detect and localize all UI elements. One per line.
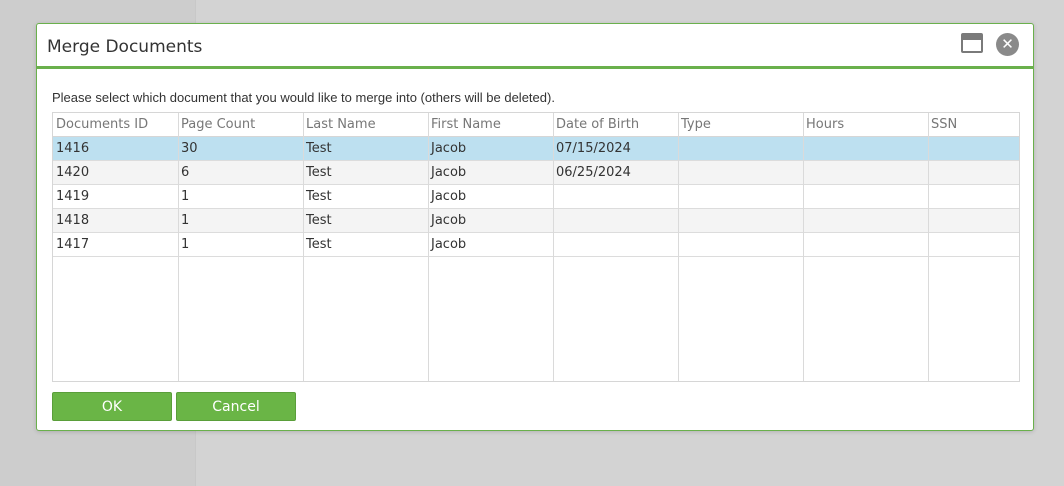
cell-date-of-birth — [553, 233, 678, 256]
cell-hours — [803, 137, 928, 160]
table-row[interactable]: 1419 1 Test Jacob — [53, 185, 1019, 209]
cell-first-name: Jacob — [431, 213, 467, 228]
column-divider[interactable] — [678, 113, 679, 381]
column-divider[interactable] — [178, 113, 179, 381]
column-header-date-of-birth[interactable]: Date of Birth — [553, 113, 678, 136]
cell-documents-id: 1417 — [56, 237, 90, 252]
column-header-page-count[interactable]: Page Count — [178, 113, 303, 136]
cell-first-name: Jacob — [431, 237, 467, 252]
cell-type — [678, 161, 803, 184]
cell-date-of-birth — [553, 185, 678, 208]
cell-hours — [803, 209, 928, 232]
cell-documents-id: 1416 — [56, 141, 90, 156]
cell-documents-id: 1419 — [56, 189, 90, 204]
cell-type — [678, 137, 803, 160]
merge-documents-dialog: Merge Documents ✕ Please select which do… — [36, 23, 1034, 431]
cell-hours — [803, 185, 928, 208]
table-row[interactable]: 1420 6 Test Jacob 06/25/2024 — [53, 161, 1019, 185]
cell-hours — [803, 233, 928, 256]
cell-type — [678, 233, 803, 256]
cell-last-name: Test — [306, 237, 332, 252]
cell-ssn — [928, 185, 1019, 208]
cell-last-name: Test — [306, 141, 332, 156]
ok-button[interactable]: OK — [52, 392, 172, 421]
cell-hours — [803, 161, 928, 184]
dialog-titlebar: Merge Documents ✕ — [37, 24, 1033, 69]
cell-date-of-birth: 07/15/2024 — [556, 141, 631, 156]
cell-date-of-birth: 06/25/2024 — [556, 165, 631, 180]
cell-page-count: 1 — [181, 213, 190, 228]
column-header-hours[interactable]: Hours — [803, 113, 928, 136]
column-header-ssn[interactable]: SSN — [928, 113, 1019, 136]
close-icon[interactable]: ✕ — [996, 33, 1019, 56]
window-maximize-icon[interactable] — [961, 33, 983, 53]
cell-last-name: Test — [306, 165, 332, 180]
cell-last-name: Test — [306, 213, 332, 228]
table-row[interactable]: 1418 1 Test Jacob — [53, 209, 1019, 233]
instruction-text: Please select which document that you wo… — [52, 90, 555, 105]
cell-first-name: Jacob — [431, 165, 467, 180]
cell-page-count: 1 — [181, 237, 190, 252]
table-row[interactable]: 1417 1 Test Jacob — [53, 233, 1019, 257]
cell-last-name: Test — [306, 189, 332, 204]
column-divider[interactable] — [553, 113, 554, 381]
cell-documents-id: 1420 — [56, 165, 90, 180]
cell-ssn — [928, 209, 1019, 232]
column-divider[interactable] — [303, 113, 304, 381]
column-divider[interactable] — [428, 113, 429, 381]
cancel-button[interactable]: Cancel — [176, 392, 296, 421]
cell-first-name: Jacob — [431, 189, 467, 204]
cell-page-count: 6 — [181, 165, 190, 180]
column-header-documents-id[interactable]: Documents ID — [53, 113, 178, 136]
cell-ssn — [928, 161, 1019, 184]
cell-ssn — [928, 233, 1019, 256]
cell-type — [678, 185, 803, 208]
cell-ssn — [928, 137, 1019, 160]
documents-table: Documents ID Page Count Last Name First … — [52, 112, 1020, 382]
cell-date-of-birth — [553, 209, 678, 232]
dialog-title: Merge Documents — [47, 37, 203, 57]
cell-first-name: Jacob — [431, 141, 467, 156]
cell-page-count: 30 — [181, 141, 198, 156]
column-divider[interactable] — [928, 113, 929, 381]
column-header-first-name[interactable]: First Name — [428, 113, 553, 136]
cell-type — [678, 209, 803, 232]
cell-documents-id: 1418 — [56, 213, 90, 228]
table-header: Documents ID Page Count Last Name First … — [53, 113, 1019, 137]
table-row[interactable]: 1416 30 Test Jacob 07/15/2024 — [53, 137, 1019, 161]
column-header-last-name[interactable]: Last Name — [303, 113, 428, 136]
column-header-type[interactable]: Type — [678, 113, 803, 136]
cell-page-count: 1 — [181, 189, 190, 204]
column-divider[interactable] — [803, 113, 804, 381]
